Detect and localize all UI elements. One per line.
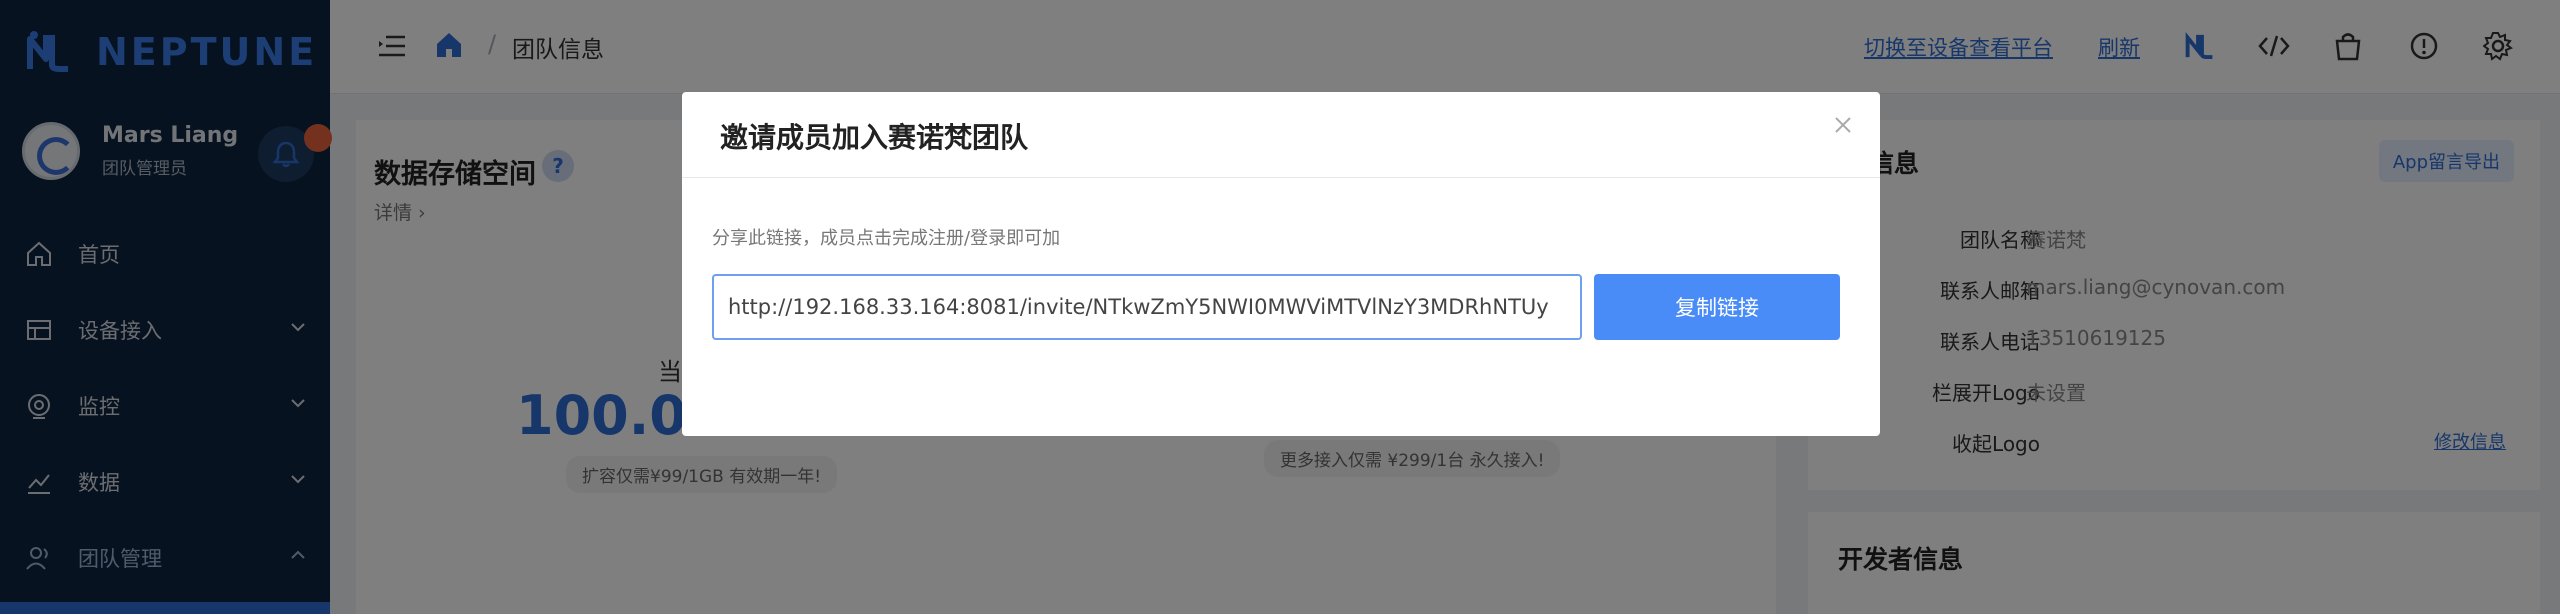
modal-header: 邀请成员加入赛诺梵团队 (682, 92, 1880, 178)
invite-hint: 分享此链接，成员点击完成注册/登录即可加 (712, 228, 1061, 249)
close-icon (1835, 117, 1851, 133)
invite-modal: 邀请成员加入赛诺梵团队 分享此链接，成员点击完成注册/登录即可加 复制链接 (682, 92, 1880, 436)
copy-link-button[interactable]: 复制链接 (1594, 274, 1840, 340)
modal-title: 邀请成员加入赛诺梵团队 (720, 121, 1029, 154)
close-button[interactable] (1828, 110, 1858, 140)
invite-link-input[interactable] (712, 274, 1582, 340)
